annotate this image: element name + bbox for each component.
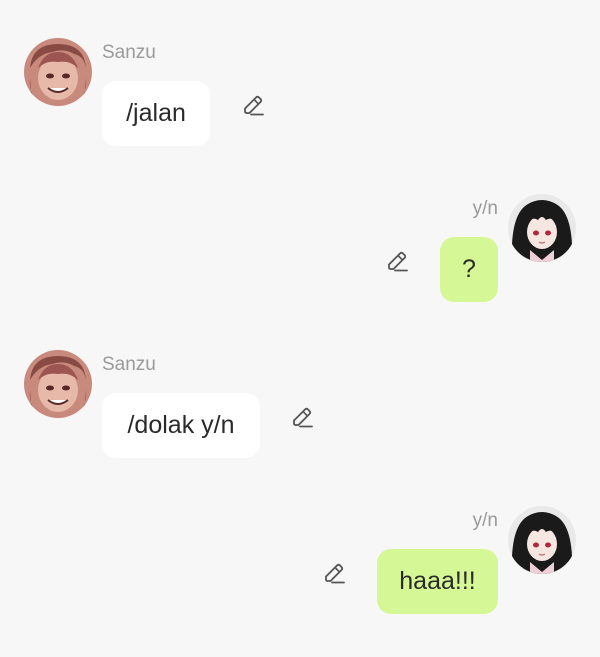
- sanzu-avatar[interactable]: [24, 350, 92, 418]
- sender-name: y/n: [472, 198, 498, 219]
- yn-avatar[interactable]: [508, 506, 576, 574]
- pencil-edit-icon[interactable]: [384, 249, 410, 275]
- sender-name: Sanzu: [102, 42, 156, 63]
- pencil-edit-icon[interactable]: [289, 405, 315, 431]
- sanzu-avatar[interactable]: [24, 38, 92, 106]
- message-bubble[interactable]: haaa!!!: [377, 549, 498, 614]
- sender-name: y/n: [472, 510, 498, 531]
- yn-avatar[interactable]: [508, 194, 576, 262]
- pencil-edit-icon[interactable]: [240, 93, 266, 119]
- message-bubble[interactable]: /jalan: [102, 81, 210, 146]
- message-bubble[interactable]: /dolak y/n: [102, 393, 260, 458]
- message-bubble[interactable]: ?: [440, 237, 498, 302]
- sender-name: Sanzu: [102, 354, 156, 375]
- pencil-edit-icon[interactable]: [321, 561, 347, 587]
